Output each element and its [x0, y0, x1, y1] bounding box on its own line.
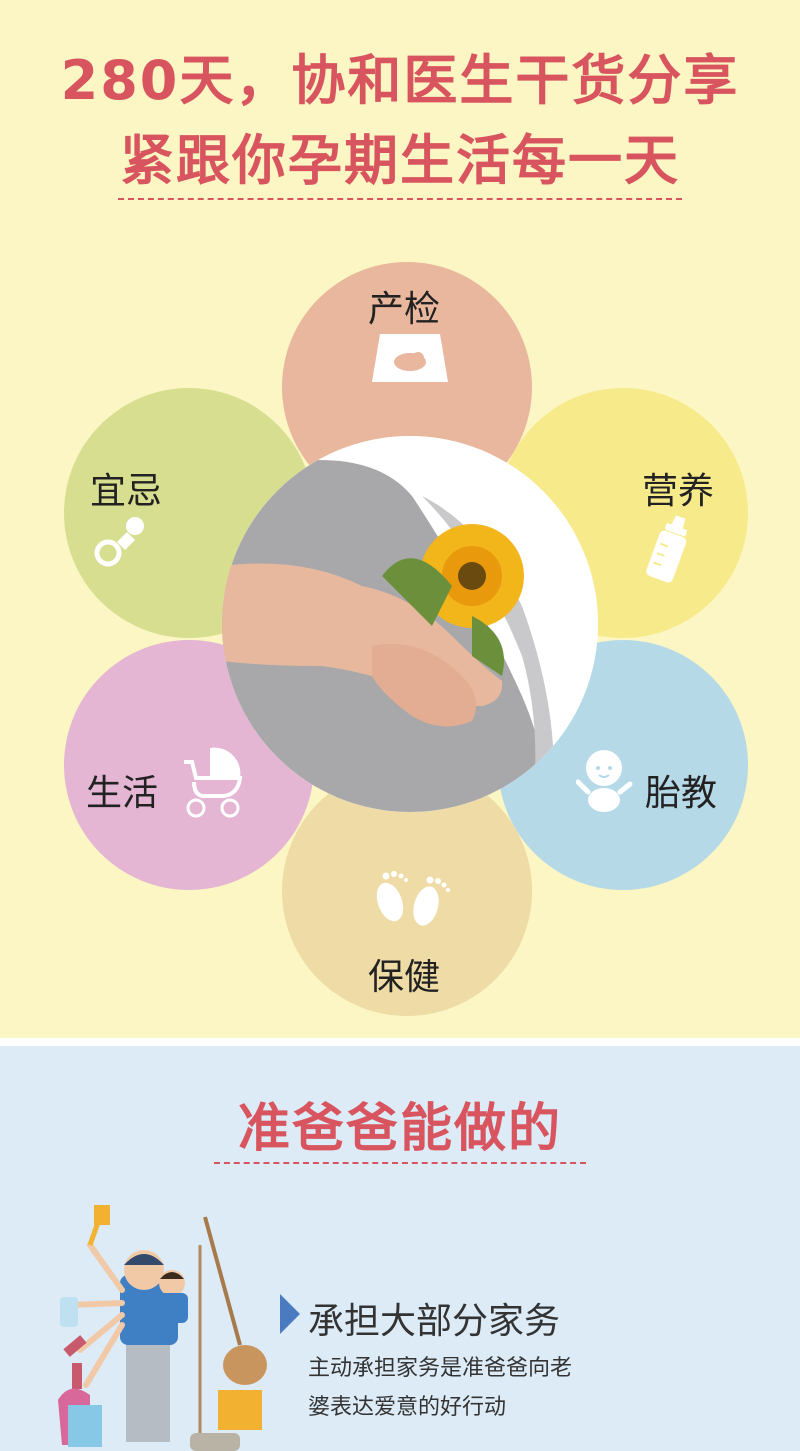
footprints-icon [376, 871, 450, 926]
chore-item-body-line1: 主动承担家务是准爸爸向老 [308, 1356, 573, 1381]
page-title-line2: 紧跟你孕期生活每一天 [120, 129, 680, 192]
dad-chores-illustration [58, 1205, 267, 1451]
petal-label-yingyang: 营养 [642, 471, 715, 512]
page-title-line1: 280天，协和医生干货分享 [60, 49, 740, 112]
petal-label-chanjian: 产检 [368, 289, 441, 330]
petal-label-baojian: 保健 [368, 957, 441, 998]
section-title: 准爸爸能做的 [237, 1099, 562, 1159]
arrow-bullet-icon [280, 1294, 300, 1334]
baby-icon [576, 750, 633, 812]
pacifier-icon [94, 517, 144, 567]
petal-label-taijiao: 胎教 [645, 773, 718, 814]
chore-item-body-line2: 婆表达爱意的好行动 [308, 1395, 507, 1420]
petal-label-shenghuo: 生活 [86, 773, 159, 814]
ultrasound-icon [372, 334, 448, 382]
title-divider [118, 198, 682, 200]
section-divider [214, 1162, 586, 1164]
section-gap [0, 1038, 800, 1046]
center-photo [222, 436, 598, 812]
chore-item-title: 承担大部分家务 [308, 1301, 561, 1342]
pregnant-belly-illustration [222, 436, 598, 812]
stroller-icon [184, 747, 243, 818]
petal-label-yiji: 宜忌 [90, 471, 163, 512]
